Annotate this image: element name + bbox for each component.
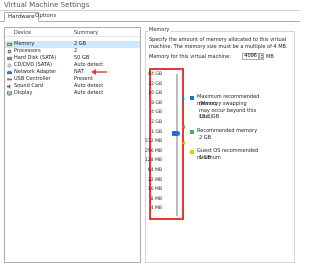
guest-min-marker-icon (182, 141, 185, 145)
memory-description: Specify the amount of memory allocated t… (149, 37, 288, 50)
slider-tick-label: 128 MB (145, 158, 162, 164)
device-row-sound-card[interactable]: Sound Card Auto detect (5, 83, 140, 90)
display-icon (7, 91, 12, 96)
device-name: Hard Disk (SATA) (14, 55, 57, 61)
slider-tick-label: 1 GB (151, 129, 162, 135)
summary-column-header[interactable]: Summary (74, 30, 98, 36)
slider-tick-label: 256 MB (145, 148, 162, 154)
device-name: Memory (14, 41, 35, 47)
max-recommended-swatch (190, 96, 194, 100)
memory-unit: MB (266, 54, 274, 60)
device-row-memory[interactable]: Memory 2 GB (5, 41, 140, 48)
device-row-usb-controller[interactable]: USB Controller Present (5, 76, 140, 83)
slider-tick-label: 64 MB (147, 168, 162, 173)
memory-slider-box: 64 GB 32 GB 16 GB 8 GB 4 GB 2 GB 1 GB 512 MB 256… (145, 68, 185, 220)
slider-tick-label: 8 GB (151, 100, 162, 106)
slider-tick-label: 8 MB (150, 196, 162, 202)
device-summary: 2 (74, 48, 78, 54)
annotation-arrow-icon (91, 69, 107, 75)
window-title: Virtual Machine Settings (4, 1, 90, 9)
device-list: Device Summary Memory 2 GB Processors 2 … (4, 27, 141, 263)
sound-card-icon (7, 84, 11, 89)
device-summary: Present (74, 76, 93, 82)
device-row-network-adapter[interactable]: Network Adapter NAT (5, 69, 140, 76)
device-name: CD/DVD (SATA) (14, 62, 52, 68)
recommended-swatch (190, 130, 194, 134)
slider-tick-label: 16 MB (147, 187, 162, 193)
device-column-header[interactable]: Device (14, 30, 31, 36)
device-row-display[interactable]: Display Auto detect (5, 90, 140, 97)
max-recommended-value: 13.3 GB (199, 114, 220, 120)
device-name: Sound Card (14, 83, 44, 89)
memory-icon (7, 42, 12, 47)
vm-settings-window: Virtual Machine Settings Hardware Option… (0, 0, 300, 263)
memory-slider-thumb[interactable] (172, 131, 180, 136)
recommended-marker-icon (182, 125, 185, 129)
usb-icon (7, 77, 12, 81)
memory-slider-track[interactable] (176, 74, 178, 216)
title-bar: Virtual Machine Settings (0, 0, 300, 11)
slider-tick-label: 32 MB (147, 177, 162, 183)
memory-settings-panel: Memory Specify the amount of memory allo… (145, 27, 298, 263)
device-name: Processors (14, 48, 41, 54)
device-row-cd-dvd[interactable]: CD/DVD (SATA) Auto detect (5, 62, 140, 69)
slider-tick-label: 16 GB (148, 91, 162, 97)
memory-input[interactable]: 4096 (242, 53, 259, 60)
max-recommended-marker-icon (182, 97, 185, 101)
hard-disk-icon (7, 56, 12, 61)
guest-min-value: 1 GB (199, 155, 212, 161)
slider-tick-label: 512 MB (145, 139, 162, 145)
device-summary: 2 GB (74, 41, 87, 47)
network-adapter-icon (7, 70, 12, 75)
device-row-processors[interactable]: Processors 2 (5, 48, 140, 55)
device-summary: Auto detect (74, 83, 104, 89)
memory-spinner[interactable] (259, 53, 264, 60)
cd-dvd-icon (7, 63, 12, 68)
device-row-hard-disk[interactable]: Hard Disk (SATA) 50 GB (5, 55, 140, 62)
slider-tick-label: 4 MB (150, 206, 162, 212)
tab-bar: Hardware Options (0, 11, 300, 22)
device-list-header: Device Summary (5, 28, 140, 37)
guest-min-swatch (190, 150, 194, 154)
device-name: USB Controller (14, 76, 51, 82)
device-summary: 50 GB (74, 55, 90, 61)
recommended-label: Recommended memory (197, 128, 258, 134)
device-summary: Auto detect (74, 90, 104, 96)
processor-icon (7, 49, 12, 54)
tab-options[interactable]: Options (32, 12, 59, 22)
slider-tick-label: 2 GB (151, 120, 162, 125)
device-name: Display (14, 90, 33, 96)
memory-group-label: Memory (148, 27, 171, 33)
slider-tick-label: 32 GB (148, 81, 162, 87)
memory-field-label: Memory for this virtual machine: (149, 54, 231, 60)
slider-tick-label: 4 GB (151, 110, 162, 116)
device-summary: Auto detect (74, 62, 104, 68)
recommended-value: 2 GB (199, 135, 212, 141)
slider-tick-label: 64 GB (148, 72, 162, 77)
device-summary: NAT (74, 69, 84, 75)
device-name: Network Adapter (14, 69, 57, 75)
